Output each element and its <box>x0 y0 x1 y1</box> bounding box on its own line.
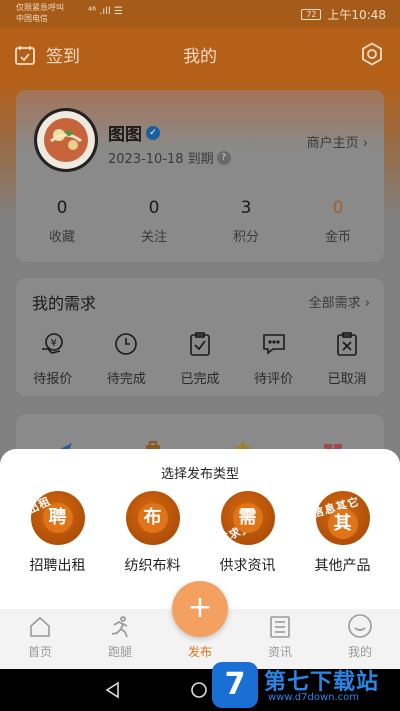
carrier-line2: 中国电信 <box>16 14 48 23</box>
settings-button[interactable] <box>360 42 384 70</box>
watermark: 7 第七下载站 www.d7down.com <box>212 662 392 708</box>
news-icon <box>270 616 290 638</box>
tab-news[interactable]: 资讯 <box>240 609 320 660</box>
page-title: 我的 <box>183 47 217 67</box>
publish-option-recruit[interactable]: 出租 聘 招聘出租 <box>10 491 105 575</box>
carrier-line1: 仅限紧急呼叫 <box>16 3 64 12</box>
sheet-title: 选择发布类型 <box>160 467 239 482</box>
merchant-homepage-link[interactable]: 商户主页 › <box>307 132 368 151</box>
recruit-rent-icon: 出租 聘 <box>30 491 85 545</box>
needs-label: 已完成 <box>180 372 220 387</box>
clock-time: 上午10:48 <box>327 8 386 22</box>
stat-following[interactable]: 0 关注 <box>108 198 200 245</box>
avatar[interactable] <box>34 108 98 172</box>
needs-label: 已取消 <box>327 372 367 387</box>
needs-cancelled[interactable]: 已取消 <box>310 330 384 387</box>
expiry-text: 2023-10-18 到期 <box>108 152 214 167</box>
username: 图图 ✓ <box>108 120 160 145</box>
clipboard-check-icon <box>190 332 210 356</box>
settings-icon <box>362 42 382 66</box>
publish-option-other[interactable]: 信息其它 其 其他产品 <box>295 491 390 575</box>
status-bar: 仅限紧急呼叫 中国电信 ⁴⁶ .ıll ☰ 72 上午10:48 <box>0 0 400 28</box>
option-label: 纺织布料 <box>124 558 181 574</box>
needs-pending-review[interactable]: 待评价 <box>237 330 311 387</box>
stat-favorites[interactable]: 0 收藏 <box>16 198 108 245</box>
tab-errand[interactable]: 跑腿 <box>80 609 160 660</box>
needs-label: 待评价 <box>254 372 294 387</box>
icon-glyph: 需 <box>232 503 263 533</box>
stat-value: 0 <box>148 198 160 218</box>
icon-glyph: 布 <box>137 503 168 533</box>
publish-option-supply-demand[interactable]: 供求资 需 供求资讯 <box>200 491 295 575</box>
back-icon[interactable] <box>104 681 122 699</box>
stat-coins[interactable]: 0 金币 <box>292 198 384 245</box>
fabric-icon: 布 <box>125 491 180 545</box>
comment-icon <box>262 334 285 355</box>
publish-option-fabric[interactable]: 布 纺织布料 <box>105 491 200 575</box>
needs-label: 待完成 <box>106 372 146 387</box>
needs-status-row: ¥ 待报价 待完成 已完成 待评价 已取消 <box>16 330 384 387</box>
help-icon[interactable]: ? <box>216 150 231 165</box>
signal-icon: ⁴⁶ .ıll ☰ <box>88 6 123 17</box>
publish-fab-button[interactable]: + <box>172 581 228 637</box>
icon-glyph: 其 <box>327 509 358 540</box>
smile-icon <box>348 614 372 638</box>
stat-points[interactable]: 3 积分 <box>200 198 292 245</box>
tab-home[interactable]: 首页 <box>0 609 80 660</box>
stat-label: 收藏 <box>48 230 75 245</box>
tab-label: 首页 <box>27 645 52 659</box>
supply-demand-icon: 供求资 需 <box>220 491 275 545</box>
membership-expiry: 2023-10-18 到期 ? <box>108 148 231 167</box>
other-products-icon: 信息其它 其 <box>315 491 370 545</box>
watermark-url: www.d7down.com <box>268 692 360 703</box>
clock-icon <box>115 333 138 355</box>
quote-yen-icon: ¥ <box>41 333 63 354</box>
stat-label: 金币 <box>324 230 351 245</box>
icon-glyph: 聘 <box>42 503 73 533</box>
tab-label: 我的 <box>347 645 372 659</box>
publish-options: 出租 聘 招聘出租 布 纺织布料 供求资 需 供求资讯 信息其它 其 其他产品 <box>10 491 390 575</box>
home-icon <box>30 616 50 637</box>
svg-text:¥: ¥ <box>50 338 56 349</box>
carrier-info: 仅限紧急呼叫 中国电信 <box>16 2 64 24</box>
needs-label: 待报价 <box>33 372 73 387</box>
tab-label: 资讯 <box>267 645 292 659</box>
needs-completed[interactable]: 已完成 <box>163 330 237 387</box>
option-label: 招聘出租 <box>29 558 86 574</box>
stat-value: 3 <box>240 198 252 218</box>
home-circle-icon[interactable] <box>190 681 208 699</box>
battery-icon: 72 <box>301 9 322 20</box>
section-title: 我的需求 <box>32 294 97 313</box>
stat-value: 0 <box>332 198 344 218</box>
all-needs-link[interactable]: 全部需求 › <box>309 292 370 311</box>
stats-row: 0 收藏 0 关注 3 积分 0 金币 <box>16 198 384 245</box>
needs-pending-quote[interactable]: ¥ 待报价 <box>16 330 90 387</box>
my-needs-card: 我的需求 全部需求 › ¥ 待报价 待完成 已完成 待评价 已取消 <box>16 278 384 396</box>
stat-label: 积分 <box>232 230 259 245</box>
tab-mine[interactable]: 我的 <box>320 609 400 660</box>
profile-card: 图图 ✓ 2023-10-18 到期 ? 商户主页 › 0 收藏 0 关注 3 … <box>16 90 384 262</box>
tab-label: 发布 <box>187 645 212 659</box>
option-label: 供求资讯 <box>219 558 276 574</box>
top-header: 签到 我的 <box>0 28 400 80</box>
clipboard-x-icon <box>337 332 357 356</box>
stat-label: 关注 <box>140 230 167 245</box>
avatar-image <box>37 111 95 169</box>
verified-badge-icon: ✓ <box>146 125 160 140</box>
runner-icon <box>111 616 128 638</box>
stat-value: 0 <box>56 198 68 218</box>
tab-label: 跑腿 <box>107 645 132 659</box>
username-text: 图图 <box>108 125 142 145</box>
option-label: 其他产品 <box>314 558 371 574</box>
watermark-logo: 7 <box>212 662 258 708</box>
needs-pending-complete[interactable]: 待完成 <box>90 330 164 387</box>
